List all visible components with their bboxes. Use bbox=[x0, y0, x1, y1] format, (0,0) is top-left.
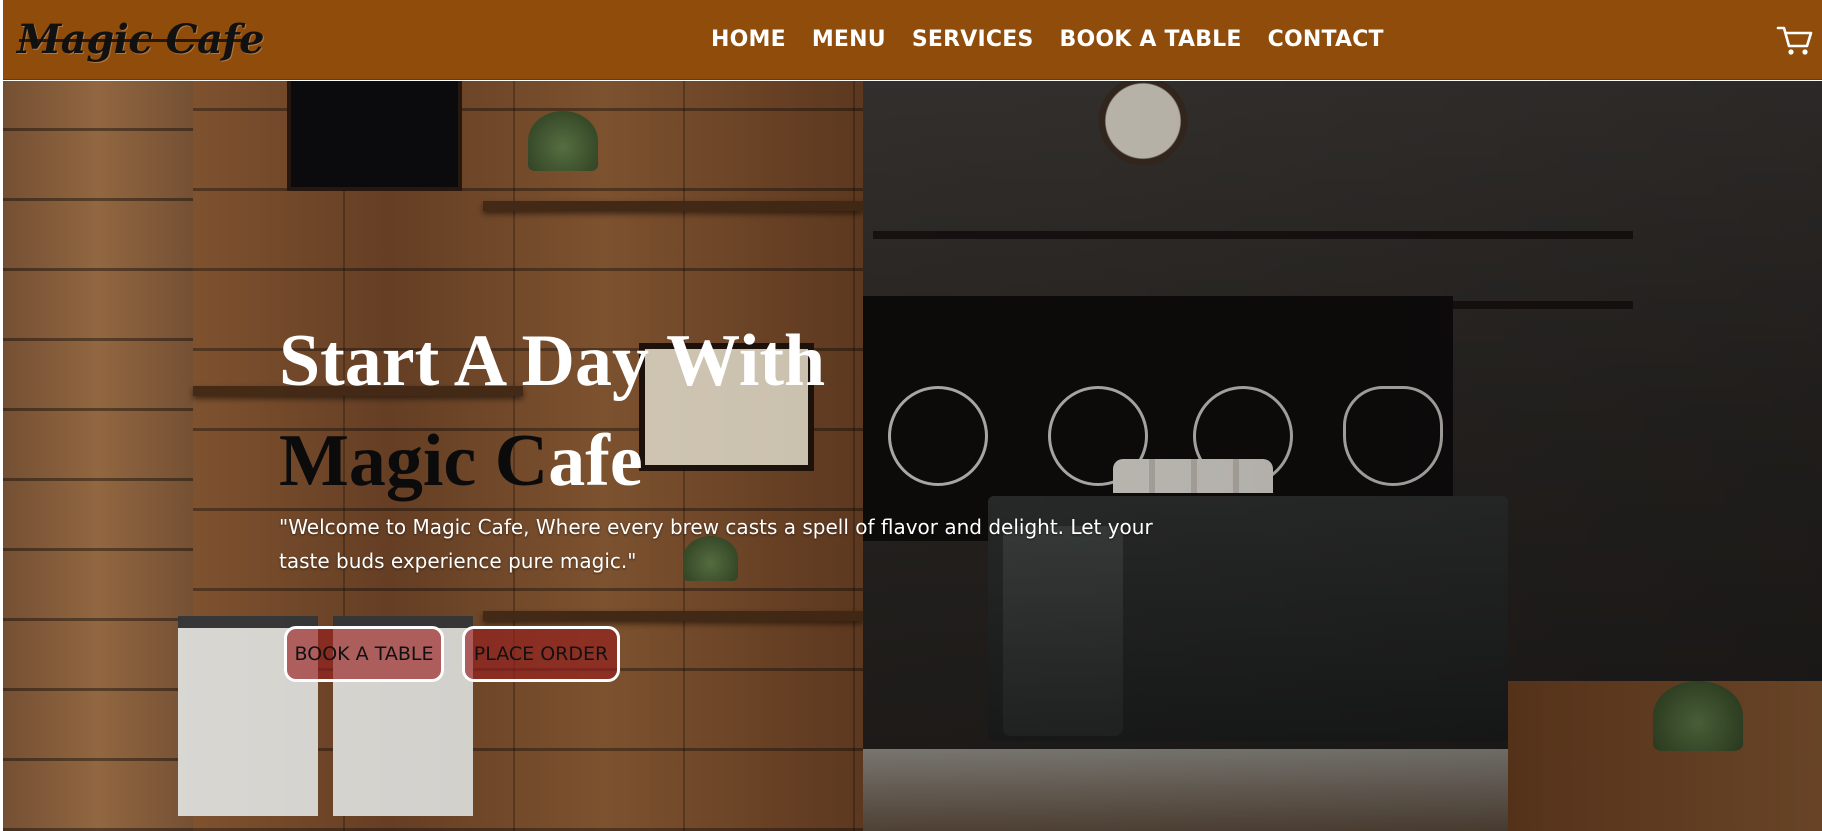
nav-home-link[interactable]: HOME bbox=[711, 22, 786, 58]
hero-title: Start A Day With Magic Cafe bbox=[279, 311, 899, 511]
hero-title-line2-b: afe bbox=[548, 420, 643, 502]
navbar: Magic Cafe HOME MENU SERVICES BOOK A TAB… bbox=[3, 0, 1822, 80]
nav-menu-link[interactable]: MENU bbox=[812, 22, 886, 58]
hero-title-line2-a: Magic C bbox=[279, 420, 549, 502]
shopping-cart-icon[interactable] bbox=[1776, 24, 1814, 58]
hero-description: "Welcome to Magic Cafe, Where every brew… bbox=[279, 515, 1153, 573]
hero-section: Start A Day With Magic Cafe "Welcome to … bbox=[3, 81, 1822, 831]
overlay bbox=[3, 81, 1822, 831]
logo-underline bbox=[19, 39, 244, 42]
hero-title-line1: Start A Day With bbox=[279, 320, 826, 402]
book-table-button[interactable]: BOOK A TABLE bbox=[284, 626, 444, 682]
nav-contact-link[interactable]: CONTACT bbox=[1268, 22, 1384, 58]
main-nav: HOME MENU SERVICES BOOK A TABLE CONTACT bbox=[711, 22, 1384, 58]
place-order-button[interactable]: PLACE ORDER bbox=[462, 626, 620, 682]
nav-book-table-link[interactable]: BOOK A TABLE bbox=[1060, 22, 1242, 58]
nav-services-link[interactable]: SERVICES bbox=[912, 22, 1034, 58]
